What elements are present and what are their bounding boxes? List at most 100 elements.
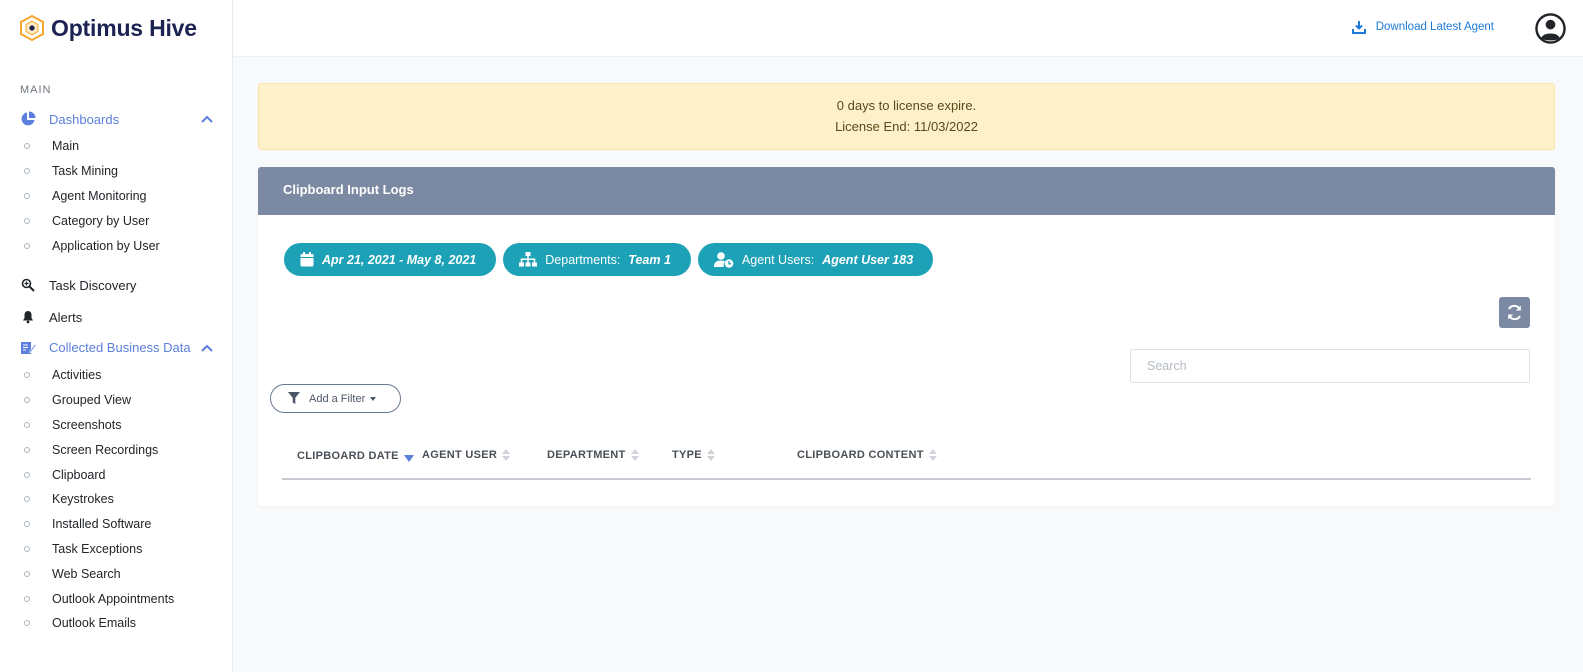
user-avatar-icon[interactable] <box>1535 13 1566 44</box>
departments-pill[interactable]: Departments: Team 1 <box>503 243 691 276</box>
license-alert: 0 days to license expire. License End: 1… <box>258 83 1555 150</box>
sidebar-item-task-discovery[interactable]: Task Discovery <box>0 270 232 301</box>
sidebar-item-grouped-view[interactable]: Grouped View <box>0 388 232 413</box>
column-label: TYPE <box>672 449 702 461</box>
sidebar-item-label: Category by User <box>52 213 150 228</box>
sidebar-item-clipboard[interactable]: Clipboard <box>0 462 232 487</box>
sidebar-item-main[interactable]: Main <box>0 134 232 159</box>
departments-value: Team 1 <box>628 252 671 267</box>
filter-pills: Apr 21, 2021 - May 8, 2021 Departments: … <box>284 243 934 276</box>
sidebar-item-alerts[interactable]: Alerts <box>0 302 232 333</box>
sort-icon <box>630 449 639 461</box>
bullet-icon <box>24 421 30 428</box>
hive-logo-icon <box>20 15 44 41</box>
departments-label: Departments: <box>545 252 621 267</box>
sort-desc-icon <box>403 449 414 462</box>
bullet-icon <box>24 446 30 453</box>
sidebar-group-label: Collected Business Data <box>49 340 191 356</box>
pie-chart-icon <box>19 110 37 128</box>
bullet-icon <box>24 397 30 404</box>
sidebar-item-label: Screenshots <box>52 417 122 432</box>
agent-users-label: Agent Users: <box>741 252 815 267</box>
bullet-icon <box>24 496 30 503</box>
logo[interactable]: Optimus Hive <box>0 0 232 56</box>
section-main-label: MAIN <box>20 84 52 96</box>
sidebar-item-application-by-user[interactable]: Application by User <box>0 233 232 258</box>
column-label: DEPARTMENT <box>547 449 626 461</box>
sidebar-item-screenshots[interactable]: Screenshots <box>0 413 232 438</box>
column-label: CLIPBOARD CONTENT <box>797 449 924 461</box>
sidebar-group-label: Dashboards <box>49 111 120 127</box>
sidebar-item-screen-recordings[interactable]: Screen Recordings <box>0 437 232 462</box>
sidebar-item-label: Alerts <box>49 309 83 325</box>
sidebar-item-label: Screen Recordings <box>52 442 159 457</box>
sidebar-item-label: Clipboard <box>52 467 106 482</box>
sidebar-item-outlook-emails[interactable]: Outlook Emails <box>0 611 232 636</box>
chevron-up-icon[interactable] <box>200 112 214 126</box>
agent-users-pill[interactable]: Agent Users: Agent User 183 <box>697 243 934 276</box>
license-days-text: 0 days to license expire. <box>836 98 977 113</box>
download-agent-link[interactable]: Download Latest Agent <box>1351 20 1494 34</box>
sidebar-item-label: Outlook Emails <box>52 616 137 631</box>
bullet-icon <box>24 545 30 552</box>
sort-icon <box>706 449 715 461</box>
bell-icon <box>19 308 37 326</box>
sidebar-item-label: Activities <box>52 368 102 383</box>
search-plus-icon <box>19 276 37 294</box>
calendar-icon <box>300 252 314 267</box>
user-clock-icon <box>713 251 734 268</box>
sidebar-item-outlook-appointments[interactable]: Outlook Appointments <box>0 586 232 611</box>
agent-users-value: Agent User 183 <box>822 252 914 267</box>
sidebar-item-label: Outlook Appointments <box>52 591 175 606</box>
add-filter-label: Add a Filter <box>309 392 366 405</box>
sidebar-item-label: Main <box>52 139 80 154</box>
bullet-icon <box>24 372 30 379</box>
topbar: Download Latest Agent <box>233 0 1583 57</box>
date-range-pill[interactable]: Apr 21, 2021 - May 8, 2021 <box>284 243 497 276</box>
app-title: Optimus Hive <box>51 14 197 41</box>
column-type[interactable]: TYPE <box>672 449 715 461</box>
license-end-text: License End: 11/03/2022 <box>835 119 978 134</box>
sidebar-item-keystrokes[interactable]: Keystrokes <box>0 487 232 512</box>
column-agent-user[interactable]: AGENT USER <box>422 449 511 461</box>
add-filter-button[interactable]: Add a Filter <box>270 384 401 413</box>
bullet-icon <box>24 192 30 199</box>
caret-down-icon <box>370 396 377 401</box>
bullet-icon <box>24 521 30 528</box>
edit-document-icon <box>19 339 37 357</box>
sidebar-item-installed-software[interactable]: Installed Software <box>0 512 232 537</box>
sort-icon <box>928 449 937 461</box>
sidebar-item-label: Application by User <box>52 238 160 253</box>
sort-icon <box>502 449 511 461</box>
sidebar-item-task-exceptions[interactable]: Task Exceptions <box>0 537 232 562</box>
date-range-value: Apr 21, 2021 - May 8, 2021 <box>322 252 477 267</box>
sidebar-item-activities[interactable]: Activities <box>0 363 232 388</box>
sidebar-group-collected-business-data[interactable]: Collected Business Data <box>0 335 232 361</box>
sidebar-item-label: Grouped View <box>52 393 131 408</box>
download-icon <box>1351 21 1366 34</box>
bullet-icon <box>24 168 30 175</box>
search-input[interactable] <box>1130 349 1530 383</box>
sidebar-item-label: Installed Software <box>52 517 152 532</box>
column-clipboard-date[interactable]: CLIPBOARD DATE <box>297 449 414 462</box>
column-clipboard-content[interactable]: CLIPBOARD CONTENT <box>797 449 937 461</box>
sidebar-item-category-by-user[interactable]: Category by User <box>0 208 232 233</box>
clipboard-logs-card: Clipboard Input Logs Apr 21, 2021 - May … <box>258 167 1555 506</box>
bullet-icon <box>24 217 30 224</box>
column-department[interactable]: DEPARTMENT <box>547 449 639 461</box>
sidebar-group-dashboards[interactable]: Dashboards <box>0 106 232 132</box>
chevron-up-icon[interactable] <box>200 341 214 355</box>
sidebar-item-label: Agent Monitoring <box>52 188 147 203</box>
sidebar-item-label: Keystrokes <box>52 492 114 507</box>
card-title: Clipboard Input Logs <box>258 167 1555 215</box>
column-label: AGENT USER <box>422 449 498 461</box>
column-label: CLIPBOARD DATE <box>297 449 399 462</box>
sidebar-item-web-search[interactable]: Web Search <box>0 561 232 586</box>
collected-submenu: Activities Grouped View Screenshots Scre… <box>0 363 232 636</box>
sidebar-item-task-mining[interactable]: Task Mining <box>0 159 232 184</box>
table-header-row: CLIPBOARD DATE AGENT USER DEPARTMENT TYP… <box>282 437 1531 480</box>
sidebar-item-agent-monitoring[interactable]: Agent Monitoring <box>0 184 232 209</box>
bullet-icon <box>24 143 30 150</box>
bullet-icon <box>24 242 30 249</box>
refresh-button[interactable] <box>1499 297 1530 328</box>
